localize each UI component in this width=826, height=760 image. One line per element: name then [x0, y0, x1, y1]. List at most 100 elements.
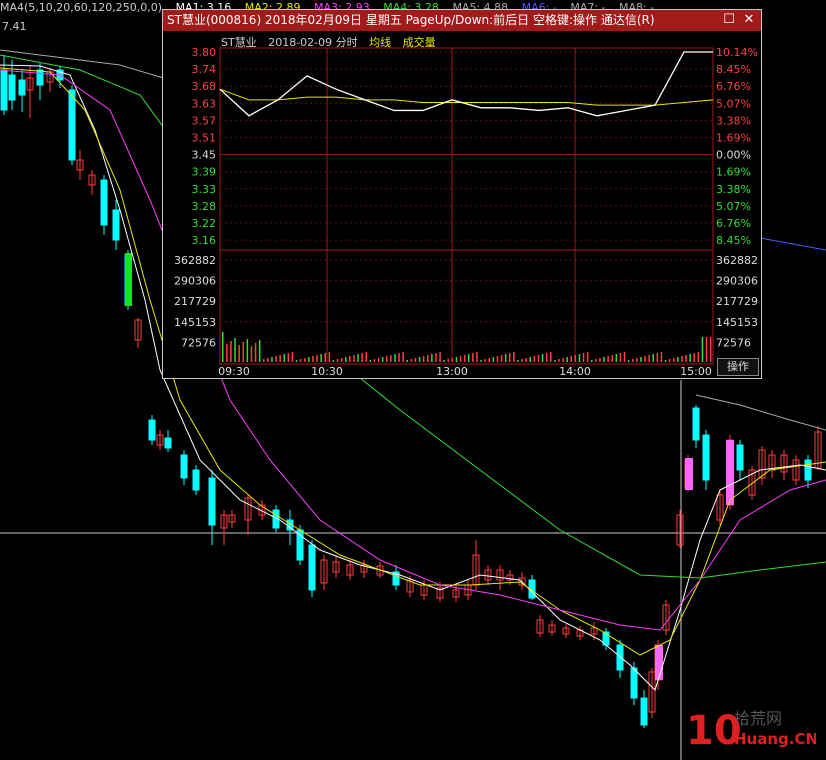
volume-bar — [377, 358, 380, 362]
volume-bar — [636, 358, 638, 362]
volume-bar — [386, 356, 388, 362]
popup-title: ST慧业(000816) 2018年02月09日 星期五 PageUp/Down… — [167, 13, 655, 27]
volume-bar — [513, 352, 515, 362]
volume-bar — [435, 353, 437, 362]
volume-bar — [492, 357, 495, 362]
volume-bar — [291, 352, 294, 362]
volume-bar — [320, 354, 322, 362]
volume-bar — [677, 357, 679, 362]
volume-bar — [632, 359, 634, 362]
volume-bar — [238, 345, 240, 362]
operate-button[interactable]: 操作 — [717, 358, 759, 376]
volume-bar — [299, 359, 302, 362]
volume-tick-right: 72576 — [716, 336, 751, 349]
volume-tick-right: 362882 — [716, 254, 758, 267]
volume-bar — [324, 353, 326, 362]
volume-bar — [611, 355, 613, 362]
price-tick: 3.57 — [192, 114, 217, 127]
volume-bar — [263, 359, 265, 362]
volume-bar — [673, 358, 675, 362]
volume-bar — [603, 357, 605, 362]
stock-name: ST慧业 — [221, 36, 257, 49]
candle-body — [148, 419, 156, 441]
volume-bar — [439, 352, 441, 362]
avg-line-label: 均线 — [369, 36, 392, 49]
volume-bar — [234, 338, 236, 362]
volume-bar — [258, 340, 261, 362]
candle-body — [308, 544, 316, 591]
volume-bar — [701, 337, 704, 362]
volume-bar — [287, 353, 290, 362]
volume-bar — [488, 358, 490, 362]
volume-bar — [455, 357, 458, 362]
volume-bar — [640, 357, 642, 362]
price-tick: 3.33 — [192, 183, 217, 196]
volume-bar — [361, 353, 363, 362]
volume-tick: 362882 — [174, 254, 216, 267]
candle-body — [36, 69, 44, 86]
pct-tick: 3.38% — [716, 183, 751, 196]
candle-body — [112, 209, 120, 241]
volume-tick-right: 145153 — [716, 316, 758, 329]
popup-titlebar[interactable]: ST慧业(000816) 2018年02月09日 星期五 PageUp/Down… — [163, 10, 761, 31]
volume-bar — [685, 355, 687, 362]
pct-tick: 6.76% — [716, 80, 751, 93]
volume-bar — [480, 360, 482, 362]
price-tick: 3.80 — [192, 46, 217, 59]
maximize-icon[interactable]: ☐ — [721, 12, 737, 28]
volume-bar — [656, 353, 659, 362]
price-tick: 3.22 — [192, 217, 217, 230]
volume-bar — [619, 353, 622, 362]
price-tick: 3.45 — [192, 149, 217, 162]
volume-bar — [328, 352, 331, 362]
pct-tick: 5.07% — [716, 200, 751, 213]
volume-bar — [308, 357, 310, 362]
volume-bar — [668, 359, 671, 362]
intraday-chart[interactable]: 3.80 10.14% 3.74 8.45% 3.68 6.76% 3.63 5.07% 3.5… — [163, 10, 763, 380]
volume-bar — [402, 352, 404, 362]
watermark-site: 拾荒网 — [734, 709, 782, 728]
volume-bar — [709, 337, 712, 362]
volume-tick: 145153 — [174, 316, 216, 329]
avg-price-line — [219, 88, 714, 106]
volume-tick: 217729 — [174, 295, 216, 308]
volume-bar — [599, 358, 601, 362]
candle-body — [630, 667, 638, 699]
volume-bar — [529, 357, 531, 362]
volume-bar — [472, 353, 474, 362]
volume-bar — [230, 341, 232, 362]
volume-bar — [697, 352, 700, 362]
volume-bar — [373, 359, 376, 362]
volume-bar — [525, 358, 527, 362]
time-tick: 09:30 — [218, 365, 250, 378]
volume-bar — [451, 358, 454, 362]
volume-bar — [222, 332, 224, 362]
volume-bar — [627, 360, 630, 362]
volume-bar — [582, 353, 585, 362]
price-tick: 3.39 — [192, 166, 217, 179]
price-tick: 3.74 — [192, 63, 217, 76]
volume-bar — [304, 358, 306, 362]
volume-bar — [242, 342, 244, 362]
intraday-info: ST慧业 2018-02-09 分时 均线 成交量 — [221, 34, 444, 50]
volume-bar — [381, 357, 384, 362]
candle-body — [164, 437, 172, 449]
volume-bar — [623, 352, 626, 362]
candle-body — [68, 89, 76, 161]
volume-bar — [340, 358, 343, 362]
volume-bar — [418, 357, 421, 362]
time-tick: 15:00 — [680, 365, 712, 378]
price-tick: 3.51 — [192, 132, 217, 145]
volume-bar — [349, 356, 351, 362]
volume-bar — [574, 355, 577, 362]
volume-bar — [476, 352, 478, 362]
watermark-logo: 10 拾荒网 Huang.CN — [686, 702, 818, 754]
volume-bar — [254, 343, 257, 362]
volume-bar — [357, 354, 359, 362]
close-icon[interactable]: ✕ — [741, 12, 757, 28]
intraday-popup[interactable]: 3.80 10.14% 3.74 8.45% 3.68 6.76% 3.63 5.07% 3.5… — [162, 9, 762, 379]
pct-tick: 5.07% — [716, 97, 751, 110]
volume-bar — [693, 353, 695, 362]
volume-bar — [496, 356, 499, 362]
volume-bar — [664, 360, 667, 362]
